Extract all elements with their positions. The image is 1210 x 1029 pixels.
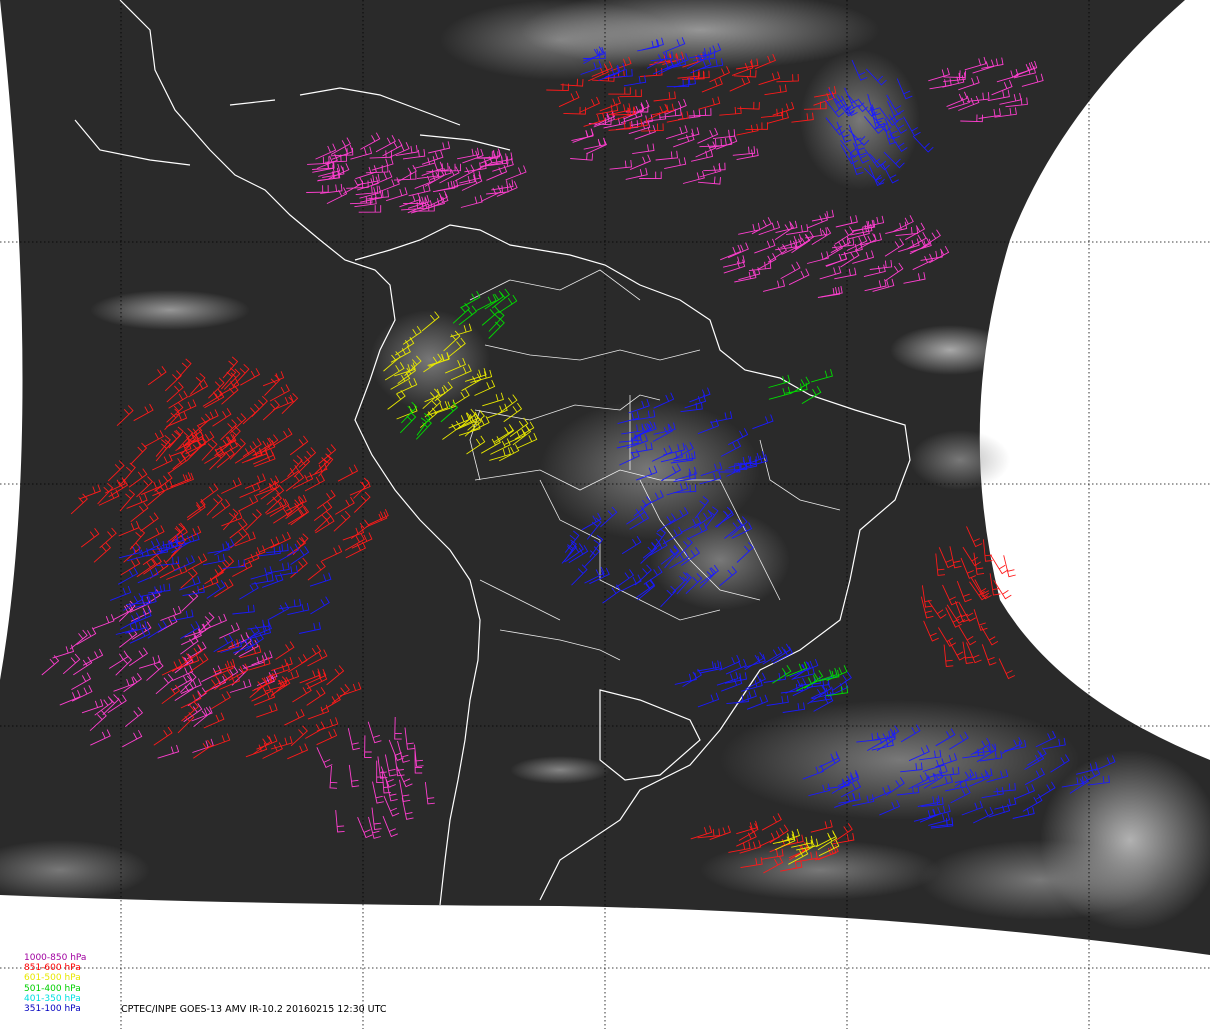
wind-barb	[1003, 555, 1016, 578]
pressure-legend: 1000-850 hPa 851-600 hPa 601-500 hPa 501…	[24, 953, 86, 1014]
legend-1000-850: 1000-850 hPa	[24, 953, 87, 963]
legend-351-100: 351-100 hPa	[24, 1004, 81, 1015]
satellite-wind-map	[0, 0, 1210, 1029]
image-caption: CPTEC/INPE GOES-13 AMV IR-10.2 20160215 …	[121, 1004, 387, 1015]
legend-601-500: 601-500 hPa	[24, 973, 81, 984]
legend-501-400: 501-400 hPa	[24, 983, 81, 994]
legend-851-600: 851-600 hPa	[24, 963, 81, 974]
legend-401-350: 401-350 hPa	[24, 993, 81, 1004]
